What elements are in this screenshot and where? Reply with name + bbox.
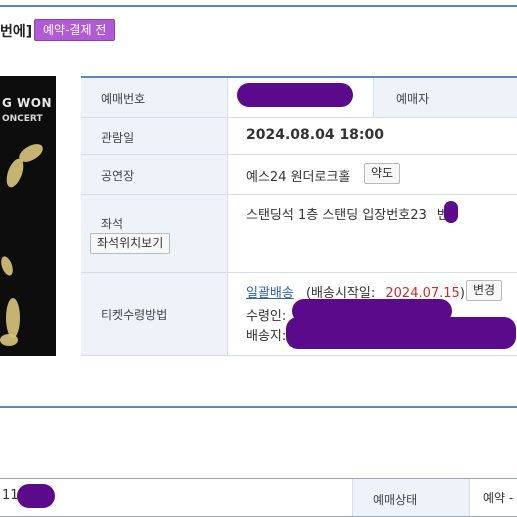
label-cell: 예매번호 bbox=[81, 78, 228, 117]
poster-figure bbox=[0, 334, 18, 346]
label-cell: 티켓수령방법 bbox=[81, 273, 228, 355]
poster-text-subtitle: ONCERT bbox=[2, 114, 43, 124]
map-button[interactable]: 약도 bbox=[364, 163, 401, 184]
show-date-label: 관람일 bbox=[101, 131, 135, 145]
label-cell: 공연장 bbox=[81, 155, 228, 194]
seat-value: 스탠딩석 1층 스탠딩 입장번호23 번 bbox=[246, 204, 449, 223]
value-cell: 일괄배송 (배송시작일: 2024.07.15) 변경 수령인: 배송지: bbox=[228, 273, 517, 355]
ticket-method-label: 티켓수령방법 bbox=[101, 308, 168, 322]
status-badge: 예약-결제 전 bbox=[34, 19, 116, 41]
label-cell: 관람일 bbox=[81, 118, 228, 154]
delivery-link[interactable]: 일괄배송 bbox=[246, 286, 294, 301]
redacted-seat-number bbox=[444, 201, 458, 223]
label-cell: 좌석 좌석위치보기 bbox=[81, 195, 228, 272]
venue-value: 예스24 원더로크홀 bbox=[246, 170, 351, 185]
top-divider bbox=[0, 5, 517, 7]
value-cell: 2024.08.04 18:00 bbox=[228, 118, 517, 154]
seat-value-prefix: 스탠딩석 1층 스탠딩 입장번호23 bbox=[246, 208, 427, 223]
order-header-title: 번에] bbox=[0, 24, 33, 40]
booker-label-cell: 예매자 bbox=[373, 78, 517, 117]
table-row: 관람일 2024.08.04 18:00 bbox=[81, 118, 517, 155]
show-date-value: 2024.08.04 18:00 bbox=[246, 127, 385, 143]
concert-poster[interactable]: G WON ONCERT bbox=[0, 76, 56, 356]
status-label-cell: 예매상태 bbox=[352, 479, 470, 516]
section-divider bbox=[0, 406, 517, 408]
poster-figure bbox=[0, 254, 16, 278]
value-cell: 스탠딩석 1층 스탠딩 입장번호23 번 bbox=[228, 195, 517, 272]
table-row: 공연장 예스24 원더로크홀 약도 bbox=[81, 155, 517, 195]
address-label: 배송지: bbox=[246, 329, 287, 344]
table-row: 좌석 좌석위치보기 스탠딩석 1층 스탠딩 입장번호23 번 bbox=[81, 195, 517, 273]
reservation-status-label: 예매상태 bbox=[373, 493, 418, 507]
reservation-status-value: 예약 - bbox=[483, 491, 514, 505]
delivery-start-suffix: ) bbox=[459, 286, 465, 301]
table-row: 티켓수령방법 일괄배송 (배송시작일: 2024.07.15) 변경 수령인: … bbox=[81, 273, 517, 356]
redacted-bottom-value bbox=[17, 484, 55, 508]
recipient-label: 수령인: bbox=[246, 309, 287, 324]
seat-label: 좌석 bbox=[101, 217, 124, 231]
seat-view-button[interactable]: 좌석위치보기 bbox=[90, 233, 171, 254]
table-row: 예매번호 예매자 bbox=[81, 78, 517, 118]
poster-figure bbox=[6, 298, 20, 338]
change-delivery-button[interactable]: 변경 bbox=[466, 280, 503, 301]
booker-label: 예매자 bbox=[396, 92, 430, 106]
venue-label: 공연장 bbox=[101, 169, 135, 183]
redacted-booking-number bbox=[237, 83, 353, 107]
redacted-address bbox=[286, 317, 516, 349]
value-cell: 예스24 원더로크홀 약도 bbox=[228, 155, 517, 194]
poster-text-title: G WON bbox=[2, 96, 53, 110]
booking-number-label: 예매번호 bbox=[101, 92, 146, 106]
